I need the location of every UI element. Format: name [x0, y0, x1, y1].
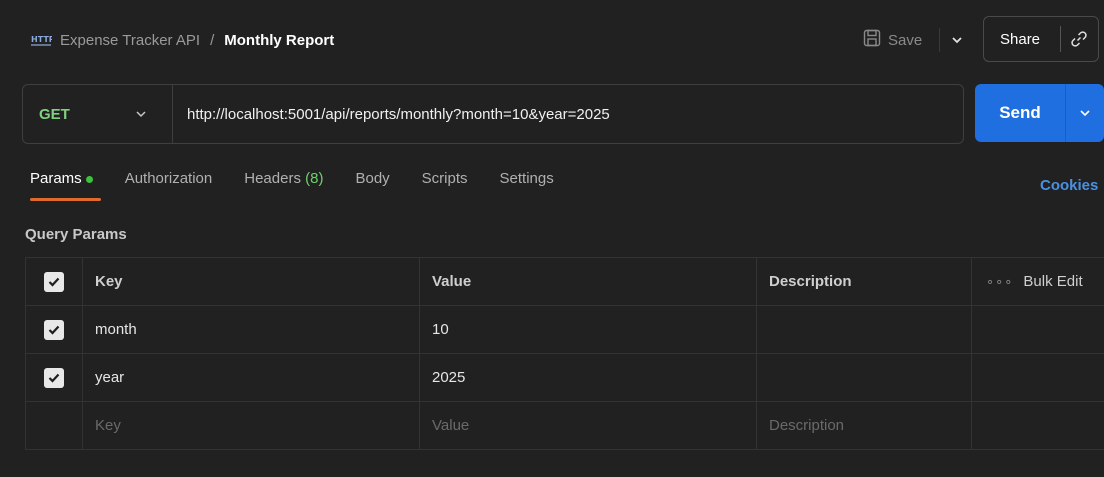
select-all-checkbox[interactable] — [44, 271, 64, 292]
table-header-row: Key Value Description ∘∘∘ Bulk Edit — [25, 258, 1104, 306]
send-options-chevron-icon[interactable] — [1066, 105, 1104, 121]
column-header-description: Description — [757, 258, 972, 305]
method-label: GET — [39, 105, 70, 123]
request-title[interactable]: Monthly Report — [224, 32, 334, 49]
tab-body[interactable]: Body — [355, 170, 389, 200]
row-actions-cell — [972, 354, 1104, 401]
table-row: year 2025 — [25, 354, 1104, 402]
tab-scripts-label: Scripts — [421, 170, 468, 187]
breadcrumb-collection[interactable]: Expense Tracker API — [60, 32, 200, 49]
query-params-table: Key Value Description ∘∘∘ Bulk Edit mont… — [25, 257, 1104, 450]
save-icon — [862, 28, 882, 52]
copy-link-icon[interactable] — [1061, 29, 1097, 49]
new-value-input[interactable]: Value — [420, 402, 757, 449]
chevron-down-icon — [133, 106, 149, 126]
save-divider — [939, 28, 940, 52]
svg-text:HTTP: HTTP — [31, 35, 52, 44]
more-dots-icon: ∘∘∘ — [986, 273, 1014, 289]
row-check-cell — [25, 402, 83, 449]
query-params-title: Query Params — [25, 226, 127, 243]
tab-authorization-label: Authorization — [124, 170, 213, 187]
top-bar: HTTP Expense Tracker API / Monthly Repor… — [0, 0, 1104, 80]
http-request-icon: HTTP — [30, 32, 52, 48]
row-actions-cell — [972, 306, 1104, 353]
tab-settings-label: Settings — [499, 170, 554, 187]
description-placeholder: Description — [769, 417, 845, 434]
row-check-cell — [25, 354, 83, 401]
bulk-edit-label: Bulk Edit — [1023, 273, 1083, 290]
tab-headers-count: (8) — [305, 170, 324, 187]
breadcrumb: HTTP Expense Tracker API / Monthly Repor… — [30, 30, 334, 50]
url-input[interactable]: http://localhost:5001/api/reports/monthl… — [173, 106, 610, 123]
table-row-new: Key Value Description — [25, 402, 1104, 450]
cookies-link[interactable]: Cookies — [1040, 177, 1098, 194]
save-options-chevron-icon[interactable] — [947, 30, 967, 50]
tab-headers-label: Headers — [244, 170, 301, 187]
table-row: month 10 — [25, 306, 1104, 354]
row-checkbox[interactable] — [44, 367, 64, 388]
share-button[interactable]: Share — [984, 31, 1060, 48]
new-key-input[interactable]: Key — [83, 402, 420, 449]
param-description-input[interactable] — [757, 354, 972, 401]
key-placeholder: Key — [95, 417, 121, 434]
row-check-cell — [25, 306, 83, 353]
method-select[interactable]: GET — [23, 85, 173, 143]
tab-body-label: Body — [355, 170, 390, 187]
row-checkbox[interactable] — [44, 319, 64, 340]
tab-headers[interactable]: Headers (8) — [244, 170, 323, 200]
tab-scripts[interactable]: Scripts — [422, 170, 468, 200]
param-key-input[interactable]: month — [83, 306, 420, 353]
column-header-value: Value — [420, 258, 757, 305]
request-url-bar: GET http://localhost:5001/api/reports/mo… — [22, 84, 964, 144]
select-all-cell — [25, 258, 83, 305]
request-tabs: Params Authorization Headers (8) Body Sc… — [30, 170, 586, 201]
active-tab-underline — [30, 198, 101, 201]
column-header-key: Key — [83, 258, 420, 305]
tab-params[interactable]: Params — [30, 170, 101, 201]
param-description-input[interactable] — [757, 306, 972, 353]
tab-authorization[interactable]: Authorization — [125, 170, 213, 200]
param-key-input[interactable]: year — [83, 354, 420, 401]
send-button[interactable]: Send — [975, 103, 1065, 123]
param-value-input[interactable]: 2025 — [420, 354, 757, 401]
value-placeholder: Value — [432, 417, 470, 434]
tab-params-label: Params — [30, 170, 82, 187]
share-group: Share — [983, 16, 1099, 62]
active-dot-icon — [85, 175, 93, 183]
send-button-group: Send — [975, 84, 1104, 142]
new-description-input[interactable]: Description — [757, 402, 972, 449]
row-actions-cell — [972, 402, 1104, 449]
breadcrumb-separator: / — [210, 31, 215, 49]
param-value-input[interactable]: 10 — [420, 306, 757, 353]
tab-settings[interactable]: Settings — [500, 170, 554, 200]
save-label: Save — [888, 31, 923, 49]
bulk-edit-button[interactable]: ∘∘∘ Bulk Edit — [972, 258, 1104, 305]
